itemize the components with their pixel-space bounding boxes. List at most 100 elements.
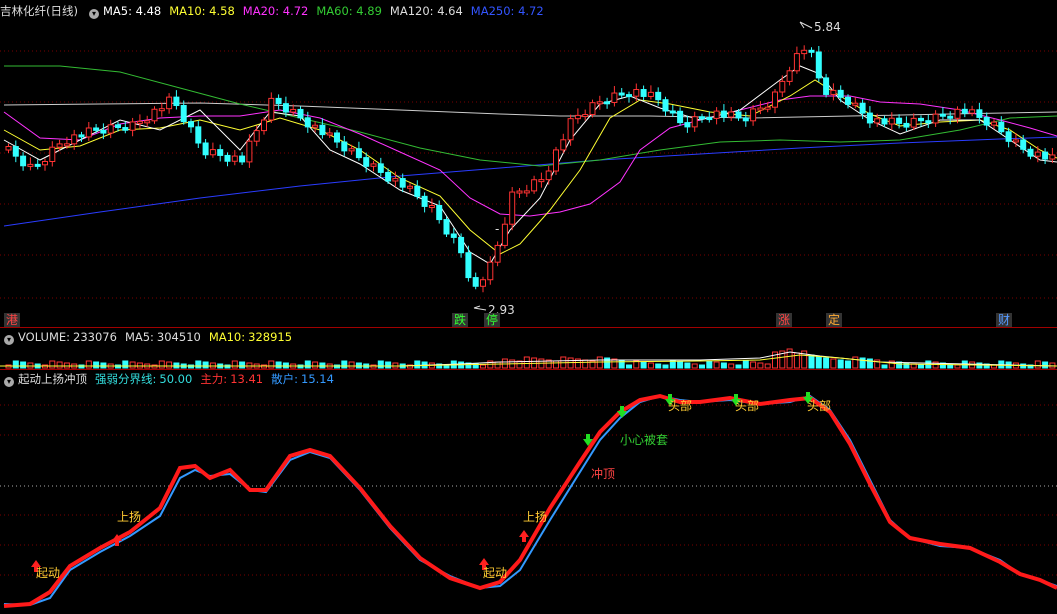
volume-ma10-label: MA10: (208, 330, 246, 344)
candle-body (122, 127, 129, 131)
candle-body (647, 91, 654, 97)
candle-body (531, 179, 538, 192)
event-tag-halt[interactable]: 停 (484, 313, 501, 327)
candle-body (779, 80, 786, 93)
annotation-top: 头部 (668, 399, 693, 413)
volume-bar (312, 361, 319, 369)
candle-body (896, 117, 903, 124)
event-tag-hk[interactable]: 港 (4, 313, 21, 327)
candle-body (859, 102, 866, 114)
volume-bar (823, 357, 830, 369)
volume-bar (815, 356, 822, 369)
candle-body (516, 190, 523, 194)
ma-legend-item: MA120: 4.64 (389, 4, 463, 18)
candle-body (341, 141, 348, 152)
candle-body (282, 103, 289, 113)
candle-body (100, 129, 107, 134)
event-tag-placement[interactable]: 定 (826, 313, 843, 327)
candle-body (735, 111, 742, 119)
volume-bar (129, 361, 136, 369)
volume-bar (618, 359, 625, 369)
candle-body (443, 219, 450, 235)
volume-bar (954, 364, 961, 369)
candle-body (910, 117, 917, 128)
volume-bar (1034, 360, 1041, 369)
retail-label: 散户: (271, 372, 298, 386)
candle-body (217, 149, 224, 156)
candlestick-series (5, 45, 1056, 293)
candle-body (268, 97, 275, 121)
volume-panel-header: ▾ VOLUME: 233076 MA5: 304510 MA10: 328915 (0, 329, 300, 345)
event-tag-up[interactable]: 涨 (776, 313, 793, 327)
volume-bar (728, 363, 735, 369)
volume-bar (480, 364, 486, 369)
annotation-peak-rush: 冲顶 (591, 467, 616, 481)
candle-body (976, 109, 983, 118)
candle-body (319, 124, 326, 136)
volume-bar (553, 360, 559, 369)
candle-body (925, 120, 932, 124)
volume-bar (582, 359, 589, 369)
volume-bar (830, 358, 837, 369)
candle-body (728, 111, 735, 118)
candle-body (567, 118, 574, 141)
candle-body (618, 92, 625, 96)
candle-body (78, 134, 85, 138)
candle-body (326, 132, 333, 136)
volume-bar (808, 354, 815, 369)
candle-body (684, 122, 691, 128)
candle-body (290, 108, 297, 113)
candle-body (195, 126, 202, 144)
candle-body (596, 101, 603, 105)
candle-body (845, 96, 851, 105)
volume-bar (385, 361, 392, 369)
candle-body (969, 109, 976, 114)
threshold-label: 强弱分界线: (95, 372, 157, 386)
event-tag-finance[interactable]: 财 (996, 313, 1013, 327)
candle-body (370, 163, 377, 167)
candle-body (428, 205, 435, 208)
candle-body (574, 114, 581, 120)
volume-bar (348, 361, 355, 369)
candle-body (158, 108, 165, 112)
candle-body (538, 179, 545, 183)
candle-body (421, 195, 428, 207)
volume-bar (691, 363, 698, 369)
candle-body (85, 127, 92, 138)
candle-body (772, 91, 778, 108)
price-grid (0, 50, 1057, 299)
volume-bar (195, 360, 202, 369)
candle-body (129, 121, 136, 131)
event-tag-down[interactable]: 跌 (452, 313, 469, 327)
volume-bar (341, 360, 348, 369)
volume-bar (275, 361, 282, 369)
candle-body (823, 77, 830, 95)
candle-body (699, 116, 705, 120)
volume-bar (713, 361, 720, 369)
toggle-icon[interactable]: ▾ (4, 335, 14, 345)
toggle-icon[interactable]: ▾ (4, 377, 14, 387)
main-force-value: 13.41 (230, 372, 264, 386)
volume-bar (640, 361, 647, 369)
candle-body (275, 97, 282, 105)
high-price-label: 5.84 (814, 20, 841, 34)
candle-body (633, 89, 640, 97)
threshold-value: 50.00 (159, 372, 193, 386)
candle-body (866, 112, 873, 124)
indicator-panel-header: ▾ 起动上扬冲顶 强弱分界线: 50.00 主力: 13.41 散户: 15.14 (0, 371, 342, 387)
high-marker-icon (799, 21, 813, 29)
candle-body (246, 140, 253, 163)
volume-label: VOLUME: (18, 330, 71, 344)
annotation-trap-warning: 小心被套 (620, 433, 669, 447)
toggle-icon[interactable]: ▾ (88, 9, 99, 19)
candle-body (107, 124, 114, 134)
candle-body (115, 124, 121, 129)
candle-body (1020, 139, 1027, 150)
volume-bar (881, 364, 888, 369)
candle-body (881, 118, 888, 125)
candle-body (932, 113, 939, 124)
volume-bar (699, 364, 705, 369)
candle-body (261, 119, 267, 132)
candle-body (458, 236, 465, 254)
candle-body (494, 244, 501, 263)
